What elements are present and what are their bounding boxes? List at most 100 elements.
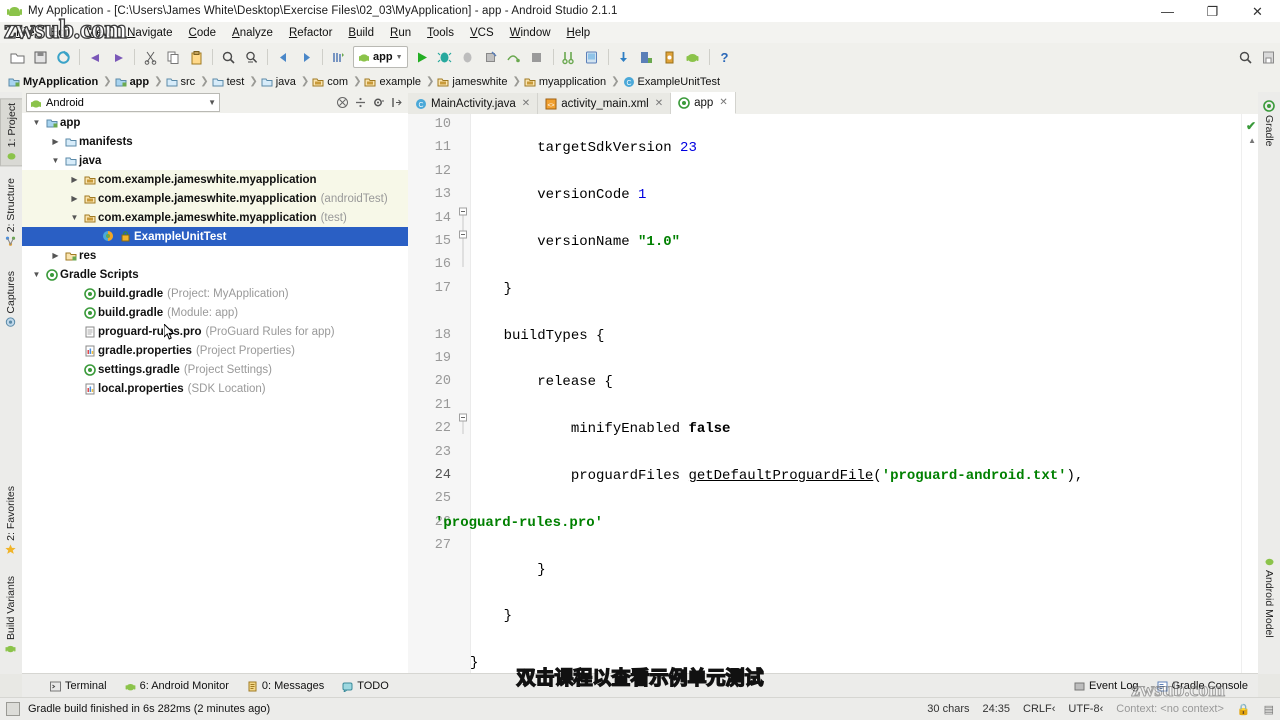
chevron-down-icon[interactable]: ▼	[30, 265, 43, 284]
tree-node[interactable]: ▶ com.example.jameswhite.myapplication (an…	[22, 189, 408, 208]
maximize-button[interactable]: ❐	[1190, 0, 1235, 22]
help-icon[interactable]: ?	[714, 46, 736, 68]
menu-item-edit[interactable]: Edit	[43, 25, 79, 41]
code-editor[interactable]: 10 11 12 13 14 15 16 17 18 19 20 21 22 23 24 25 26 27 tar…	[408, 114, 1258, 674]
menu-item-vcs[interactable]: VCS	[462, 25, 502, 41]
menu-item-window[interactable]: Window	[502, 25, 559, 41]
menu-item-refactor[interactable]: Refactor	[281, 25, 340, 41]
menu-item-analyze[interactable]: Analyze	[224, 25, 281, 41]
chevron-right-icon[interactable]: ▶	[49, 246, 62, 265]
code-folding-gutter[interactable]	[456, 114, 471, 674]
collapse-all-icon[interactable]	[334, 95, 350, 111]
layout-icon[interactable]	[1257, 46, 1279, 68]
tree-node[interactable]: ▶ com.example.jameswhite.myapplication	[22, 170, 408, 189]
replace-icon[interactable]	[240, 46, 262, 68]
tree-node[interactable]: settings.gradle (Project Settings)	[22, 360, 408, 379]
chevron-down-icon[interactable]: ▼	[49, 151, 62, 170]
stop-icon[interactable]	[480, 46, 502, 68]
undo-icon[interactable]	[84, 46, 106, 68]
menu-item-run[interactable]: Run	[382, 25, 419, 41]
bottom-tab-6-android-monitor[interactable]: 6: Android Monitor	[121, 680, 243, 692]
expand-all-icon[interactable]	[352, 95, 368, 111]
bottom-tab-terminal[interactable]: Terminal	[46, 680, 121, 692]
tree-node[interactable]: ▶ manifests	[22, 132, 408, 151]
caret-position[interactable]: 24:35	[983, 703, 1011, 715]
bottom-tab-gradle-console[interactable]: Gradle Console	[1153, 680, 1252, 692]
code-text[interactable]: targetSdkVersion 23 versionCode 1 versio…	[435, 114, 1242, 674]
project-view-selector[interactable]: Android ▼	[26, 93, 220, 112]
tree-node-selected[interactable]: ExampleUnitTest	[22, 227, 408, 246]
lock-icon[interactable]: 🔒	[1237, 703, 1251, 716]
tree-node[interactable]: gradle.properties (Project Properties)	[22, 341, 408, 360]
menu-item-build[interactable]: Build	[340, 25, 382, 41]
file-encoding[interactable]: UTF-8‹	[1068, 703, 1103, 715]
search-everywhere-icon[interactable]	[1234, 46, 1256, 68]
sdk-icon[interactable]	[682, 46, 704, 68]
tree-node[interactable]: ▶ res	[22, 246, 408, 265]
run-button[interactable]	[411, 46, 433, 68]
find-icon[interactable]	[217, 46, 239, 68]
breadcrumb-item-myapplication[interactable]: myapplication	[522, 76, 610, 88]
menu-item-help[interactable]: Help	[559, 25, 599, 41]
minimize-button[interactable]: —	[1145, 0, 1190, 22]
close-button[interactable]: ✕	[1235, 0, 1280, 22]
tree-node[interactable]: build.gradle (Project: MyApplication)	[22, 284, 408, 303]
menu-item-view[interactable]: View	[78, 25, 119, 41]
cut-icon[interactable]	[139, 46, 161, 68]
forward-icon[interactable]	[295, 46, 317, 68]
tree-node[interactable]: proguard-rules.pro (ProGuard Rules for ap…	[22, 322, 408, 341]
save-all-icon[interactable]	[29, 46, 51, 68]
avd-manager-icon[interactable]	[581, 46, 603, 68]
editor-tab-mainactivity-java[interactable]: C MainActivity.java ✕	[408, 93, 539, 114]
redo-icon[interactable]	[107, 46, 129, 68]
breadcrumb-item-src[interactable]: src	[164, 76, 200, 88]
breadcrumb-item-exampleunittest[interactable]: C ExampleUnitTest	[621, 76, 725, 88]
editor-tab-activity-main-xml[interactable]: <> activity_main.xml ✕	[538, 93, 672, 114]
menu-item-code[interactable]: Code	[181, 25, 225, 41]
breadcrumb-item-myapplication[interactable]: MyApplication	[6, 76, 102, 88]
menu-item-navigate[interactable]: Navigate	[119, 25, 180, 41]
editor-marker-gutter[interactable]: ✔ ▲	[1241, 114, 1258, 674]
tool-tab-build-variants[interactable]: Build Variants	[0, 572, 22, 658]
debug-button[interactable]	[434, 46, 456, 68]
run-configuration-selector[interactable]: app ▼	[353, 46, 408, 68]
chevron-right-icon[interactable]: ▶	[49, 132, 62, 151]
breadcrumb-item-app[interactable]: app	[113, 76, 154, 88]
step-over-icon[interactable]	[503, 46, 525, 68]
menu-item-file[interactable]: File	[8, 25, 43, 41]
breadcrumb-item-jameswhite[interactable]: jameswhite	[435, 76, 511, 88]
menu-item-tools[interactable]: Tools	[419, 25, 462, 41]
tree-node[interactable]: ▼ com.example.jameswhite.myapplication (te…	[22, 208, 408, 227]
chevron-right-icon[interactable]: ▶	[68, 170, 81, 189]
hide-panel-icon[interactable]	[388, 95, 404, 111]
tree-node[interactable]: ▼ Gradle Scripts	[22, 265, 408, 284]
open-project-icon[interactable]	[6, 46, 28, 68]
project-structure-icon[interactable]	[636, 46, 658, 68]
tool-tab-captures[interactable]: Captures	[0, 267, 22, 332]
breadcrumb-item-example[interactable]: example	[362, 76, 425, 88]
chevron-down-icon[interactable]: ▼	[68, 208, 81, 227]
breadcrumb-item-test[interactable]: test	[210, 76, 249, 88]
settings-gear-icon[interactable]	[370, 95, 386, 111]
sync-gradle-icon[interactable]	[613, 46, 635, 68]
paste-icon[interactable]	[185, 46, 207, 68]
tree-node[interactable]: local.properties (SDK Location)	[22, 379, 408, 398]
copy-icon[interactable]	[162, 46, 184, 68]
line-separator[interactable]: CRLF‹	[1023, 703, 1055, 715]
stop-square-icon[interactable]	[526, 46, 548, 68]
tree-node[interactable]: ▼ app	[22, 113, 408, 132]
sync-icon[interactable]	[52, 46, 74, 68]
close-tab-icon[interactable]: ✕	[719, 97, 727, 108]
bottom-tab-event-log[interactable]: Event Log	[1070, 680, 1143, 692]
sync-project-gradle-icon[interactable]	[327, 46, 349, 68]
tool-tab-gradle[interactable]: Gradle	[1258, 96, 1280, 151]
close-tab-icon[interactable]: ✕	[522, 98, 530, 109]
attach-debugger-icon[interactable]	[457, 46, 479, 68]
tool-tab-android-model[interactable]: Android Model	[1258, 552, 1280, 642]
memory-indicator-icon[interactable]: ▤	[1264, 703, 1274, 716]
tree-node[interactable]: build.gradle (Module: app)	[22, 303, 408, 322]
bottom-tab-0-messages[interactable]: 0: Messages	[243, 680, 338, 692]
chevron-down-icon[interactable]: ▼	[30, 113, 43, 132]
project-tree[interactable]: ▼ app ▶ manifests ▼ java ▶ com.example.jameswhi…	[22, 113, 408, 674]
back-icon[interactable]	[272, 46, 294, 68]
